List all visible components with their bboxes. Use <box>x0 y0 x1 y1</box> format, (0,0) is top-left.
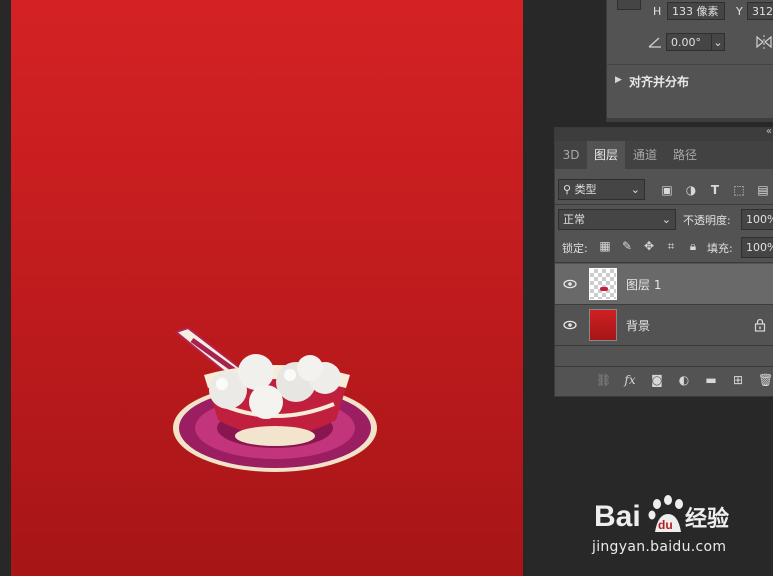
layer-name[interactable]: 背景 <box>626 317 650 334</box>
adjustment-filter-icon[interactable]: ◑ <box>684 183 698 197</box>
pixel-filter-icon[interactable]: ▣ <box>660 183 674 197</box>
lock-icon <box>754 318 766 332</box>
y-label: Y <box>736 5 743 18</box>
layer-row-background[interactable]: 背景 <box>555 305 773 345</box>
baidu-jingyan-watermark-logo: Bai du 经验 <box>594 495 729 533</box>
panel-collapse-icon[interactable]: « <box>766 126 772 137</box>
lock-label: 锁定: <box>562 242 588 255</box>
shape-filter-icon[interactable]: ⬚ <box>732 183 746 197</box>
type-filter-icon[interactable]: T <box>708 183 722 197</box>
panel-tab-bar: 3D 图层 通道 路径 <box>555 141 773 169</box>
tangyuan-bowl-image <box>173 326 377 472</box>
mask-icon[interactable]: ◙ <box>650 373 664 387</box>
visibility-eye-icon[interactable] <box>563 277 577 291</box>
lock-position-move-icon[interactable]: ✥ <box>642 239 656 253</box>
adjustment-icon[interactable]: ◐ <box>677 373 691 387</box>
y-field[interactable]: 312 <box>747 2 773 20</box>
height-field[interactable]: 133 像素 <box>667 2 725 20</box>
fill-field[interactable]: 100% <box>741 237 773 258</box>
chevron-down-icon: ⌄ <box>661 213 671 226</box>
folder-icon[interactable]: ▬ <box>704 373 718 387</box>
lock-image-brush-icon[interactable]: ✎ <box>620 239 634 253</box>
lock-artboard-icon[interactable]: ⌗ <box>664 239 678 253</box>
tab-layers[interactable]: 图层 <box>587 141 625 169</box>
tab-channels[interactable]: 通道 <box>625 141 665 169</box>
layer-name[interactable]: 图层 1 <box>626 276 661 293</box>
svg-text:经验: 经验 <box>685 506 729 532</box>
layer-thumbnail <box>589 268 617 300</box>
layers-bottom-toolbar: ⛓ fx ◙ ◐ ▬ ⊞ 🗑︎ <box>555 366 773 393</box>
layer-thumbnail <box>589 309 617 341</box>
blend-mode-value: 正常 <box>563 213 585 226</box>
tab-3d[interactable]: 3D <box>555 141 587 169</box>
panel-header-bar[interactable]: « <box>555 126 773 141</box>
new-layer-icon[interactable]: ⊞ <box>731 373 745 387</box>
layer-row-layer1[interactable]: 图层 1 <box>555 264 773 304</box>
collapse-chevron-icon[interactable]: ▶ <box>615 75 622 85</box>
opacity-label: 不透明度: <box>683 214 731 227</box>
visibility-eye-icon[interactable] <box>563 318 577 332</box>
fill-label: 填充: <box>707 242 733 255</box>
angle-dropdown-chevron-icon[interactable]: ⌄ <box>711 33 725 51</box>
trash-icon[interactable]: 🗑︎ <box>758 373 773 387</box>
layer-filter-select[interactable]: ⚲ 类型 ⌄ <box>558 179 645 200</box>
properties-panel: H 133 像素 Y 312 0.00° ⌄ ▶ 对齐并分布 <box>606 0 773 122</box>
opacity-field[interactable]: 100% <box>741 209 773 230</box>
fx-icon[interactable]: fx <box>623 373 637 387</box>
angle-icon <box>648 37 661 48</box>
smart-object-filter-icon[interactable]: ▤ <box>756 183 770 197</box>
tab-paths[interactable]: 路径 <box>665 141 705 169</box>
angle-field[interactable]: 0.00° <box>666 33 712 51</box>
lock-all-icon[interactable]: 🔒︎ <box>686 239 700 253</box>
blend-mode-select[interactable]: 正常 ⌄ <box>558 209 676 230</box>
height-label: H <box>653 5 662 18</box>
align-distribute-section-title[interactable]: 对齐并分布 <box>629 73 689 90</box>
chevron-down-icon: ⌄ <box>630 183 640 196</box>
lock-transparency-icon[interactable]: ▦ <box>598 239 612 253</box>
svg-text:Bai: Bai <box>594 500 641 533</box>
filter-kind-value: 类型 <box>574 183 597 196</box>
watermark-url: jingyan.baidu.com <box>592 539 727 555</box>
flip-horizontal-icon[interactable] <box>755 34 773 50</box>
document-canvas[interactable] <box>11 0 523 576</box>
search-icon: ⚲ <box>563 183 572 196</box>
link-icon[interactable]: ⛓ <box>596 373 611 387</box>
layers-panel: « 3D 图层 通道 路径 ⚲ 类型 ⌄ ▣ ◑ T ⬚ ▤ 正常 ⌄ 不透明度… <box>554 126 773 397</box>
svg-text:du: du <box>658 518 673 532</box>
link-dimensions-button[interactable] <box>617 0 641 10</box>
